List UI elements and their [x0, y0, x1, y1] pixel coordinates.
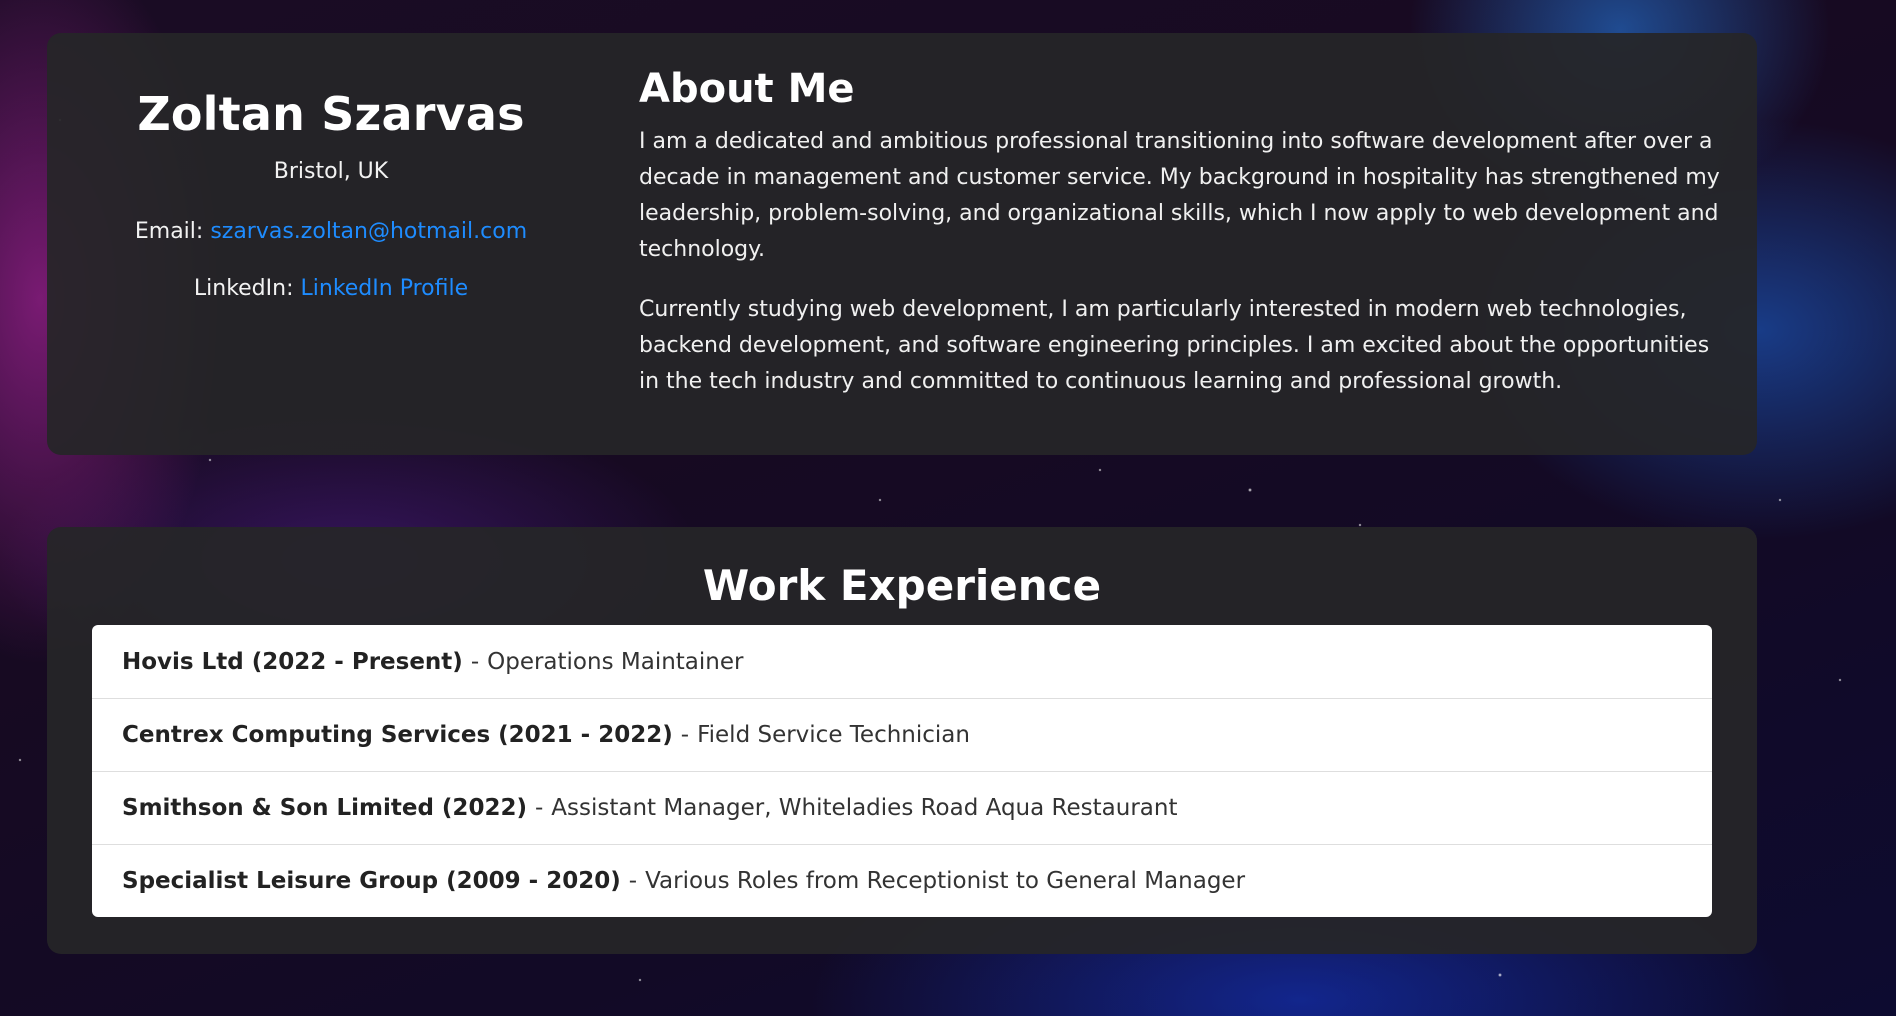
email-label: Email:: [134, 219, 204, 245]
profile-panel: Zoltan Szarvas Bristol, UK Email: szarva…: [47, 33, 615, 303]
about-paragraph: I am a dedicated and ambitious professio…: [639, 129, 1720, 262]
job-list: Hovis Ltd (2022 - Present) - Operations …: [92, 625, 1712, 917]
job-role: Field Service Technician: [697, 722, 970, 748]
linkedin-row: LinkedIn: LinkedIn Profile: [47, 275, 615, 304]
about-section: About Me I am a dedicated and ambitious …: [639, 66, 1729, 400]
job-company: Hovis Ltd (2022 - Present): [122, 648, 463, 675]
email-link[interactable]: szarvas.zoltan@hotmail.com: [210, 219, 527, 244]
job-separator: -: [628, 868, 638, 894]
profile-name: Zoltan Szarvas: [137, 87, 525, 141]
job-company: Smithson & Son Limited (2022): [122, 795, 527, 821]
job-role: Operations Maintainer: [487, 648, 744, 675]
work-experience-heading: Work Experience: [702, 561, 1102, 610]
job-company: Specialist Leisure Group (2009 - 2020): [122, 868, 621, 894]
linkedin-profile-link[interactable]: LinkedIn Profile: [301, 276, 469, 301]
about-paragraph: Currently studying web development, I am…: [639, 297, 1710, 394]
list-item: Smithson & Son Limited (2022) - Assistan…: [92, 771, 1712, 844]
list-item: Hovis Ltd (2022 - Present) - Operations …: [92, 625, 1712, 698]
work-experience-card: Work Experience Hovis Ltd (2022 - Presen…: [47, 527, 1757, 954]
linkedin-label: LinkedIn:: [193, 275, 294, 301]
list-item: Centrex Computing Services (2021 - 2022)…: [92, 698, 1712, 771]
job-separator: -: [680, 722, 690, 748]
about-card: Zoltan Szarvas Bristol, UK Email: szarva…: [47, 33, 1757, 455]
job-separator: -: [534, 795, 544, 821]
profile-location: Bristol, UK: [273, 158, 389, 184]
about-heading: About Me: [639, 66, 855, 112]
job-company: Centrex Computing Services (2021 - 2022): [122, 722, 673, 748]
job-role: Assistant Manager, Whiteladies Road Aqua…: [551, 795, 1178, 821]
job-role: Various Roles from Receptionist to Gener…: [645, 868, 1246, 894]
job-separator: -: [470, 648, 480, 675]
email-row: Email: szarvas.zoltan@hotmail.com: [47, 218, 615, 247]
list-item: Specialist Leisure Group (2009 - 2020) -…: [92, 844, 1712, 917]
